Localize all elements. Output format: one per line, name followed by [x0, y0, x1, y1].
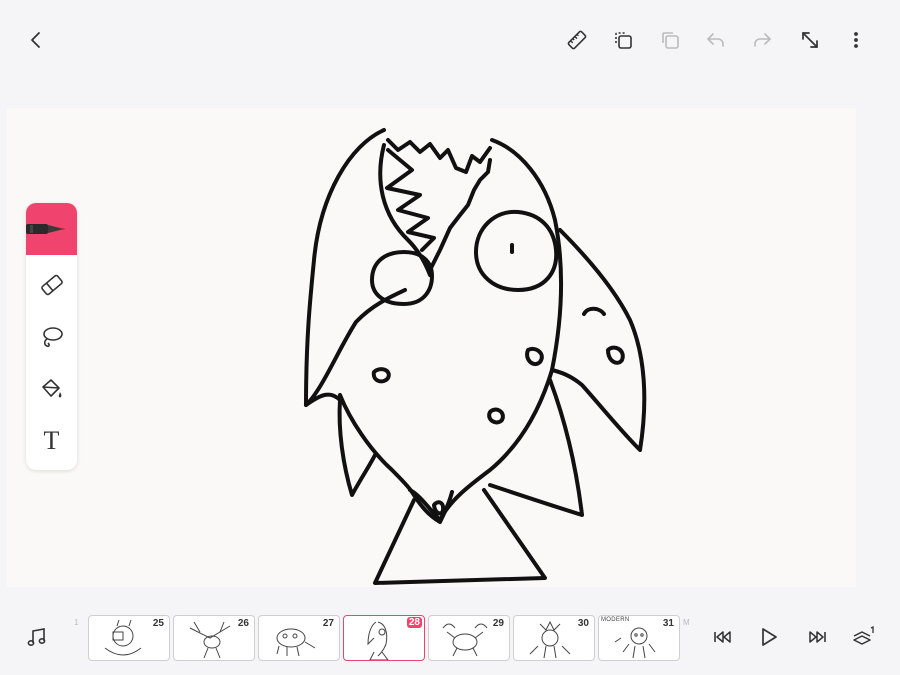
frame-drawing: [442, 623, 488, 657]
back-button[interactable]: [20, 24, 52, 56]
pen-icon: [26, 224, 66, 234]
frame-thumbnail-26[interactable]: 26: [173, 615, 255, 661]
frame-thumbnail-27[interactable]: 27: [258, 615, 340, 661]
more-icon: [854, 32, 858, 48]
music-icon: [27, 628, 46, 647]
top-toolbar: [0, 0, 900, 80]
frame-number: 25: [152, 618, 164, 629]
lasso-icon: [42, 327, 63, 348]
prev-page-mark: 1: [74, 618, 79, 627]
layers-button[interactable]: [654, 24, 686, 56]
frame-drawing: [367, 621, 389, 660]
lasso-tool-button[interactable]: [26, 311, 77, 363]
redo-icon: [754, 33, 771, 47]
frame-number: 30: [577, 618, 589, 629]
timeline-bar: 1 25 26 27 28 29 30 MODERN 31 M: [0, 600, 900, 675]
frame-number: 29: [492, 618, 504, 629]
duplicate-icon: [615, 32, 632, 49]
onion-skin-button[interactable]: [848, 622, 878, 652]
music-button[interactable]: [22, 622, 52, 652]
eraser-tool-button[interactable]: [26, 259, 77, 311]
frame-drawing: [614, 627, 656, 659]
drawing-canvas[interactable]: [7, 108, 856, 587]
frame-drawing: [104, 619, 142, 656]
eraser-icon: [40, 274, 63, 296]
duplicate-button[interactable]: [607, 24, 639, 56]
fill-tool-button[interactable]: [26, 363, 77, 415]
undo-icon: [707, 33, 724, 47]
skip-back-button[interactable]: [708, 622, 738, 652]
skip-forward-icon: [809, 631, 826, 643]
frame-number: 28: [406, 617, 422, 628]
frame-thumbnail-28[interactable]: 28: [343, 615, 425, 661]
play-button[interactable]: [754, 622, 784, 652]
redo-button[interactable]: [746, 24, 778, 56]
frame-number: 26: [237, 618, 249, 629]
paint-bucket-icon: [41, 379, 61, 398]
fullscreen-icon: [802, 32, 818, 48]
frame-thumbnail-30[interactable]: 30: [513, 615, 595, 661]
frame-number: 31: [662, 618, 674, 629]
next-page-mark: M: [683, 618, 690, 627]
more-button[interactable]: [840, 24, 872, 56]
pen-tool-button[interactable]: [26, 203, 77, 255]
fullscreen-button[interactable]: [794, 24, 826, 56]
text-tool-glyph: T: [43, 426, 60, 455]
frame-thumbnail-31[interactable]: MODERN 31: [598, 615, 680, 661]
tool-panel: T: [26, 203, 77, 470]
sketch-drawing: [304, 128, 647, 585]
frame-strip: 25 26 27 28 29 30 MODERN 31: [87, 614, 683, 662]
frame-drawing: [276, 628, 316, 657]
text-tool-button[interactable]: T: [26, 415, 77, 467]
frame-thumbnail-29[interactable]: 29: [428, 615, 510, 661]
skip-back-icon: [714, 631, 731, 643]
frame-number: 27: [322, 618, 334, 629]
layers-icon: [662, 32, 679, 49]
undo-button[interactable]: [700, 24, 732, 56]
ruler-icon: [567, 30, 587, 50]
frame-thumbnail-25[interactable]: 25: [88, 615, 170, 661]
ruler-button[interactable]: [561, 24, 593, 56]
frame-drawing: [529, 620, 571, 659]
frame-drawing: [189, 621, 231, 659]
skip-forward-button[interactable]: [802, 622, 832, 652]
back-icon: [31, 32, 40, 48]
onion-layers-icon: [853, 626, 874, 645]
play-icon: [762, 628, 777, 646]
